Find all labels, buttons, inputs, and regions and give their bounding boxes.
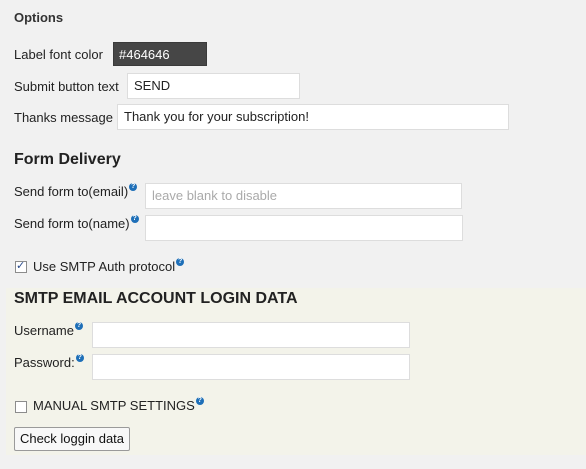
check-login-button[interactable]: Check loggin data bbox=[14, 427, 130, 451]
send-to-email-label-text: Send form to(email) bbox=[14, 184, 129, 199]
send-to-name-label: Send form to(name)? bbox=[14, 215, 139, 231]
help-icon[interactable]: ? bbox=[75, 354, 84, 362]
username-label: Username? bbox=[14, 322, 83, 338]
send-to-email-label: Send form to(email)? bbox=[14, 183, 138, 199]
username-label-text: Username bbox=[14, 323, 74, 338]
label-font-color-label: Label font color bbox=[14, 47, 103, 62]
send-to-name-label-text: Send form to(name) bbox=[14, 216, 130, 231]
options-heading: Options bbox=[14, 10, 64, 25]
manual-smtp-label-text: MANUAL SMTP SETTINGS bbox=[33, 398, 195, 413]
use-smtp-label: Use SMTP Auth protocol? bbox=[33, 258, 185, 274]
send-to-name-input[interactable] bbox=[145, 215, 463, 241]
submit-button-text-input[interactable]: SEND bbox=[127, 73, 300, 99]
help-icon[interactable]: ? bbox=[74, 322, 83, 330]
password-label-text: Password: bbox=[14, 355, 75, 370]
help-icon[interactable]: ? bbox=[129, 183, 138, 191]
use-smtp-label-text: Use SMTP Auth protocol bbox=[33, 259, 176, 274]
help-icon[interactable]: ? bbox=[176, 258, 185, 266]
thanks-message-input[interactable]: Thank you for your subscription! bbox=[117, 104, 509, 130]
help-icon[interactable]: ? bbox=[195, 397, 204, 405]
checkmark-icon: ✓ bbox=[16, 260, 26, 272]
thanks-message-label: Thanks message bbox=[14, 110, 113, 125]
label-font-color-picker[interactable]: #464646 bbox=[113, 42, 207, 66]
help-icon[interactable]: ? bbox=[130, 215, 139, 223]
smtp-login-heading: SMTP EMAIL ACCOUNT LOGIN DATA bbox=[14, 290, 298, 307]
use-smtp-checkbox[interactable]: ✓ bbox=[15, 260, 27, 273]
password-input[interactable] bbox=[92, 354, 410, 380]
send-to-email-input[interactable]: leave blank to disable bbox=[145, 183, 462, 209]
submit-button-text-label: Submit button text bbox=[14, 79, 119, 94]
manual-smtp-checkbox[interactable] bbox=[15, 401, 27, 413]
form-delivery-heading: Form Delivery bbox=[14, 151, 121, 168]
username-input[interactable] bbox=[92, 322, 410, 348]
password-label: Password:? bbox=[14, 354, 84, 370]
manual-smtp-label: MANUAL SMTP SETTINGS? bbox=[33, 397, 204, 413]
